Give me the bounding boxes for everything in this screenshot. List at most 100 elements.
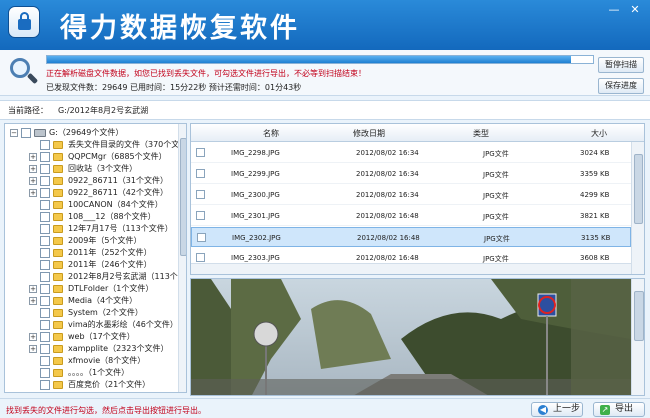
cell-size: 3821 KB [580,212,610,220]
file-table: 名称 修改日期 类型 大小 IMG_2298.JPG 2012/08/02 16:… [190,123,645,275]
cell-name: IMG_2301.JPG [231,212,280,220]
table-hscrollbar[interactable] [191,263,631,274]
folder-icon [53,237,63,245]
cell-size: 3608 KB [580,254,610,262]
folder-icon [53,153,63,161]
tree-checkbox[interactable] [40,212,50,222]
tree-checkbox[interactable] [40,260,50,270]
cell-name: IMG_2298.JPG [231,149,280,157]
scan-message: 正在解析磁盘文件数据，如您已找到丢失文件，可勾选文件进行导出，不必等到扫描结束！ [46,69,366,78]
cell-size: 3135 KB [581,234,611,242]
scan-progress-fill [47,56,572,63]
tree-scrollbar[interactable] [178,124,186,392]
tree-checkbox[interactable] [40,320,50,330]
col-header-name[interactable]: 名称 [263,128,279,139]
row-checkbox[interactable] [197,233,206,242]
folder-tree: − G:（29649个文件） 丢失文件目录的文件（370个文件） + QQPCMgr（6… [4,123,187,393]
tree-checkbox[interactable] [40,140,50,150]
tree-node-label: System（2个文件） [68,308,143,317]
magnifier-icon [8,57,39,87]
cell-date: 2012/08/02 16:34 [356,191,419,199]
tree-node-label: 2011年（246个文件） [68,260,152,269]
close-button[interactable]: ✕ [626,3,644,17]
scan-progress-bar [46,55,594,64]
table-scrollbar[interactable] [631,142,644,274]
tree-checkbox[interactable] [40,248,50,258]
preview-scrollbar[interactable] [631,279,644,395]
table-row[interactable]: IMG_2302.JPG 2012/08/02 16:48 JPG文件 3135 KB [191,227,631,247]
expand-icon[interactable]: + [29,333,37,341]
back-arrow-icon: ◀ [538,405,548,415]
collapse-icon[interactable]: − [10,129,18,137]
col-header-date[interactable]: 修改日期 [353,128,385,139]
tree-node-label: 108___12（88个文件） [68,212,156,221]
tree-checkbox[interactable] [40,236,50,246]
tree-checkbox[interactable] [40,200,50,210]
folder-icon [53,225,63,233]
minimize-button[interactable]: — [605,3,623,17]
folder-icon [53,345,63,353]
tree-checkbox[interactable] [40,344,50,354]
tree-node-label: QQPCMgr（6885个文件） [68,152,167,161]
tree-checkbox[interactable] [40,164,50,174]
tree-checkbox[interactable] [40,332,50,342]
tree-checkbox[interactable] [40,224,50,234]
tree-checkbox[interactable] [40,272,50,282]
folder-icon [53,285,63,293]
row-checkbox[interactable] [196,253,205,262]
tree-checkbox[interactable] [40,284,50,294]
row-checkbox[interactable] [196,169,205,178]
expand-icon[interactable]: + [29,177,37,185]
table-header: 名称 修改日期 类型 大小 [191,124,644,142]
tree-checkbox[interactable] [40,356,50,366]
expand-icon[interactable]: + [29,285,37,293]
expand-icon[interactable]: + [29,165,37,173]
tree-node-label: vima的水墨彩绘（46个文件） [68,320,178,329]
col-header-type[interactable]: 类型 [473,128,489,139]
tree-node-label: 100CANON（84个文件） [68,200,163,209]
row-checkbox[interactable] [196,211,205,220]
table-row[interactable]: IMG_2299.JPG 2012/08/02 16:34 JPG文件 3359 KB [191,164,631,184]
tree-node-label: 丢失文件目录的文件（370个文件） [68,140,187,149]
export-icon: ↗ [600,405,610,415]
expand-icon[interactable]: + [29,345,37,353]
cell-type: JPG文件 [483,171,509,179]
tree-checkbox[interactable] [40,368,50,378]
expand-icon[interactable]: + [29,153,37,161]
tree-node-label: 0922_86711（42个文件） [68,188,168,197]
row-checkbox[interactable] [196,190,205,199]
expand-icon[interactable]: + [29,297,37,305]
table-row[interactable]: IMG_2298.JPG 2012/08/02 16:34 JPG文件 3024 KB [191,143,631,163]
table-row[interactable]: IMG_2301.JPG 2012/08/02 16:48 JPG文件 3821 KB [191,206,631,226]
cell-size: 3024 KB [580,149,610,157]
table-row[interactable]: IMG_2300.JPG 2012/08/02 16:34 JPG文件 4299 KB [191,185,631,205]
folder-icon [53,273,63,281]
pause-scan-button[interactable]: 暂停扫描 [598,57,644,73]
folder-icon [53,297,63,305]
tree-checkbox[interactable] [40,296,50,306]
tree-node-label: web（17个文件） [68,332,135,341]
tree-checkbox[interactable] [21,128,31,138]
cell-type: JPG文件 [483,192,509,200]
folder-icon [53,165,63,173]
tree-checkbox[interactable] [40,308,50,318]
folder-icon [53,177,63,185]
tree-node-label: xfmovie（8个文件） [68,356,146,365]
export-button[interactable]: ↗ 导出 [593,402,645,417]
footer-hint: 找到丢失的文件进行勾选，然后点击导出按钮进行导出。 [6,406,206,415]
scan-stats: 已发现文件数：29649 已用时间：15分22秒 预计还需时间：01分43秒 [46,82,301,93]
col-header-size[interactable]: 大小 [591,128,607,139]
save-progress-button[interactable]: 保存进度 [598,78,644,94]
tree-checkbox[interactable] [40,380,50,390]
tree-checkbox[interactable] [40,152,50,162]
folder-icon [53,369,63,377]
folder-icon [53,201,63,209]
tree-checkbox[interactable] [40,188,50,198]
back-button[interactable]: ◀ 上一步 [531,402,583,417]
app-title: 得力数据恢复软件 [60,13,300,44]
expand-icon[interactable]: + [29,189,37,197]
tree-checkbox[interactable] [40,176,50,186]
folder-icon [53,357,63,365]
row-checkbox[interactable] [196,148,205,157]
cell-type: JPG文件 [484,235,510,243]
